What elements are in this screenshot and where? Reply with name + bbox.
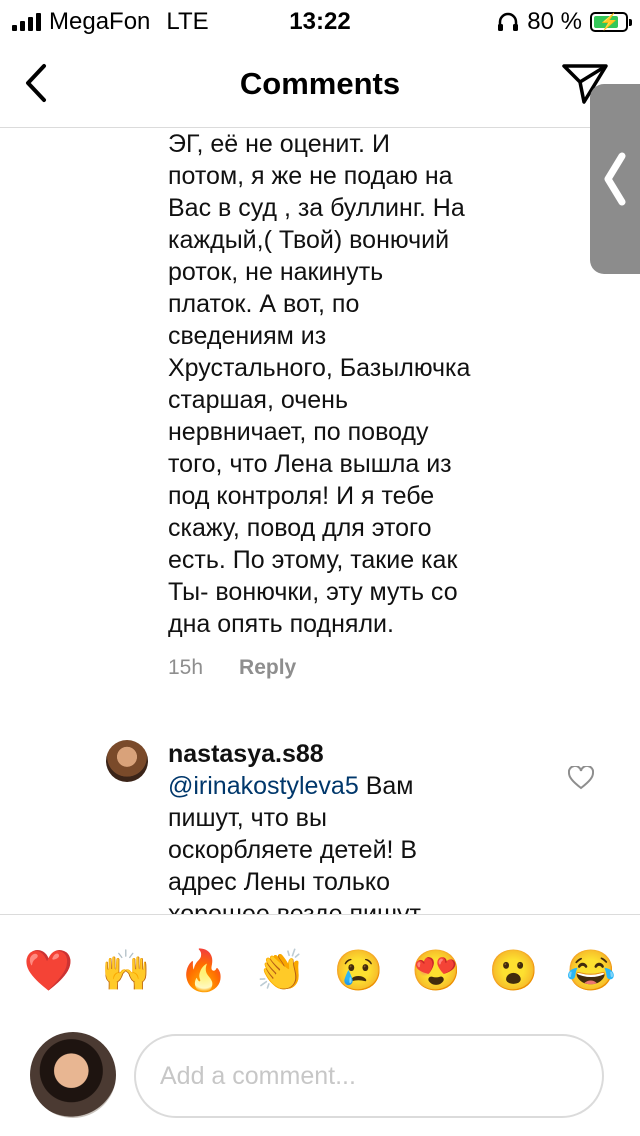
comment-line: того, что Лена вышла из [168, 450, 452, 478]
tears-of-joy-emoji-button[interactable]: 😂 [561, 947, 621, 994]
battery-percent: 80 % [527, 8, 582, 35]
clapping-hands-emoji-button[interactable]: 👏 [251, 947, 311, 994]
like-button[interactable] [567, 764, 595, 790]
avatar [30, 1032, 116, 1118]
comment-line: скажу, повод для этого [168, 514, 432, 542]
fire-emoji-button[interactable]: 🔥 [174, 947, 234, 994]
comment-line: Хрустального, Базылючка [168, 354, 471, 382]
battery-icon: ⚡ [590, 12, 632, 32]
comment-line: ЭГ, её не оценит. И [168, 130, 390, 158]
raising-hands-emoji-button[interactable]: 🙌 [96, 947, 156, 994]
side-panel-handle[interactable] [590, 84, 640, 274]
comment-line: роток, не накинуть [168, 258, 384, 286]
comment-line: есть. По этому, такие как [168, 546, 458, 574]
comment-line: хорошее везде пишут [168, 900, 421, 914]
status-bar: MegaFon LTE 13:22 80 % ⚡ [0, 0, 640, 40]
header-bar: Comments [0, 40, 640, 128]
surprised-face-emoji-button[interactable]: 😮 [484, 947, 544, 994]
comment-line: дна опять подняли. [168, 610, 394, 638]
crying-face-emoji-button[interactable]: 😢 [329, 947, 389, 994]
page-title: Comments [239, 66, 401, 101]
heart-eyes-emoji-button[interactable]: 😍 [406, 947, 466, 994]
comment-line: под контроля! И я тебе [168, 482, 435, 510]
comment-line: Ты- вонючки, эту муть со [168, 578, 458, 606]
heart-outline-icon [567, 764, 595, 790]
chevron-left-icon [604, 152, 626, 206]
comment-line: оскорбляете детей! В [168, 836, 418, 864]
comment-text: nastasya.s88 @irinakostyleva5 Вам пишут,… [168, 738, 548, 914]
comment-line: адрес Лены только [168, 868, 391, 896]
comment-input[interactable]: Add a comment... [134, 1034, 604, 1118]
comment-line: потом, я же не подаю на [168, 162, 453, 190]
comments-list[interactable]: ЭГ, её не оценит. И потом, я же не подаю… [0, 128, 640, 914]
reply-button[interactable]: Reply [239, 656, 296, 680]
comment-line: @irinakostyleva5 Вам [168, 770, 548, 802]
comment-username[interactable]: nastasya.s88 [168, 738, 548, 770]
comment-time: 15h [168, 656, 204, 679]
comment-line: пишут, что вы [168, 804, 327, 832]
comment-text-span: Вам [358, 772, 414, 800]
comment-meta: 15h Reply [168, 656, 296, 680]
comment-line: Вас в суд , за буллинг. На [168, 194, 465, 222]
charging-bolt-icon: ⚡ [599, 14, 619, 31]
comment-line: старшая, очень [168, 386, 348, 414]
headphones-icon [498, 12, 519, 31]
mention-link[interactable]: @irinakostyleva5 [168, 772, 359, 800]
comment-line: платок. А вот, по [168, 290, 360, 318]
comment-line: сведениям из [168, 322, 327, 350]
comment-text: ЭГ, её не оценит. И потом, я же не подаю… [168, 128, 548, 640]
comment-composer: Add a comment... [0, 1026, 640, 1136]
status-right: 80 % ⚡ [497, 8, 632, 36]
heart-emoji-button[interactable]: ❤️ [19, 947, 79, 994]
comment-line: каждый,( Твой) вонючий [168, 226, 450, 254]
comment-line: нервничает, по поводу [168, 418, 429, 446]
quick-reactions-bar: ❤️ 🙌 🔥 👏 😢 😍 😮 😂 [0, 914, 640, 1026]
avatar[interactable] [106, 740, 148, 782]
